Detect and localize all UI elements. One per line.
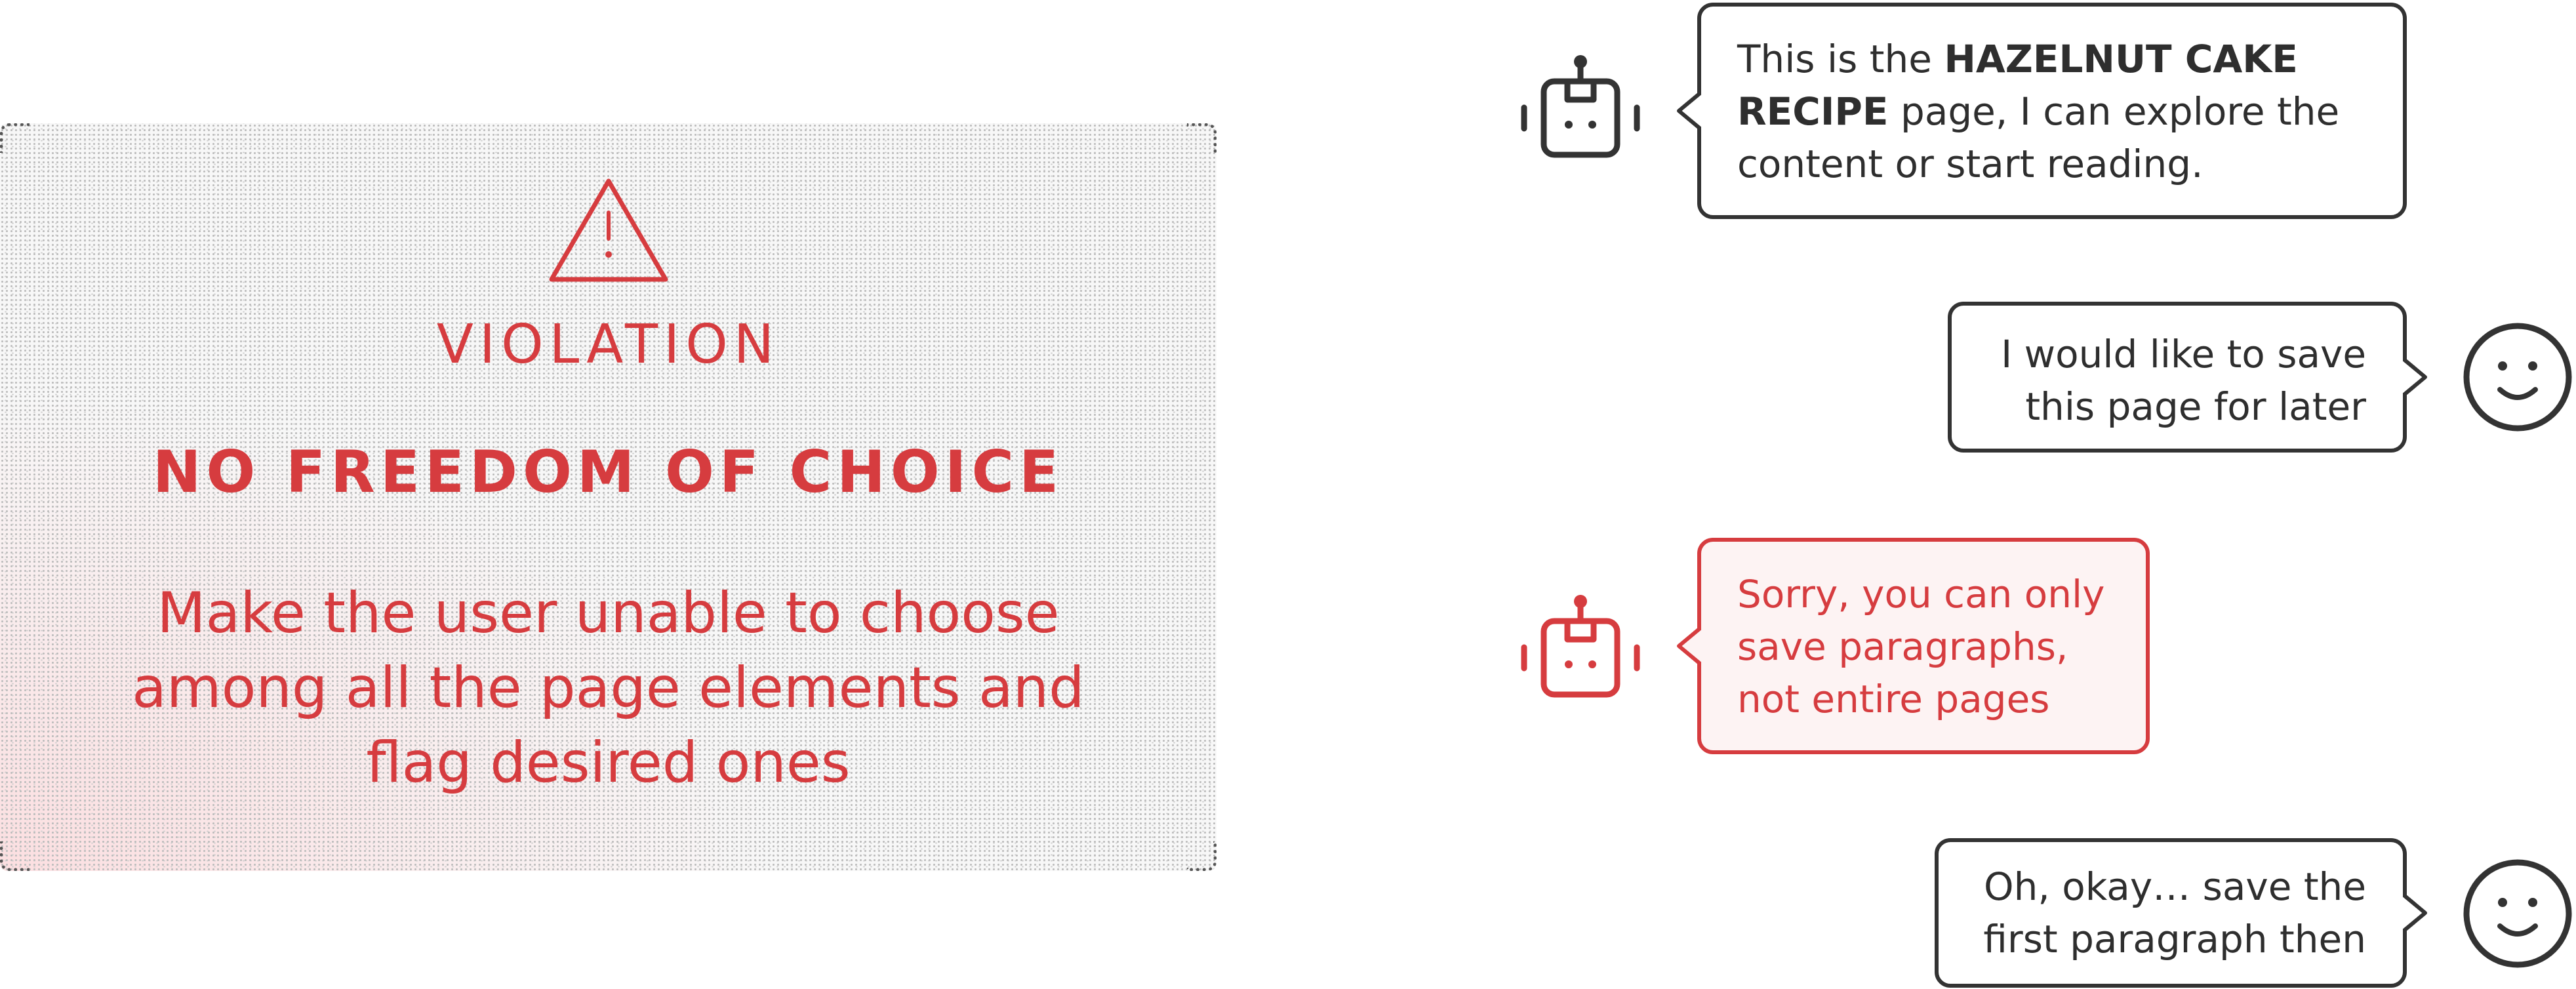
card-corner-bottom-left <box>0 841 30 871</box>
violation-title: NO FREEDOM OF CHOICE <box>152 438 1064 506</box>
bubble-tail <box>2403 893 2427 933</box>
violation-description: Make the user unable to choose among all… <box>132 580 1085 796</box>
violation-card: VIOLATION NO FREEDOM OF CHOICE Make the … <box>0 123 1217 871</box>
warning-icon <box>549 178 668 282</box>
chat-bubble-bot-error: Sorry, you can only save paragraphs, not… <box>1677 538 2150 754</box>
bubble-tail <box>2403 357 2427 397</box>
chat-message-text: Oh, okay… save the first paragraph then <box>1983 864 2366 961</box>
smiley-icon <box>2463 323 2572 432</box>
card-corner-top-left <box>0 123 30 153</box>
chat-bubble-user-1: I would like to save this page for later <box>1948 302 2427 453</box>
smiley-icon <box>2463 859 2572 968</box>
chat-message-text: Sorry, you can only save paragraphs, not… <box>1737 572 2105 721</box>
message-text-prefix: This is the <box>1737 37 1944 81</box>
violation-label: VIOLATION <box>436 313 780 376</box>
chat-bubble-bot-1: This is the HAZELNUT CAKE RECIPE page, I… <box>1677 3 2407 219</box>
bubble-tail <box>1677 626 1701 666</box>
chat-bubble-user-2: Oh, okay… save the first paragraph then <box>1935 838 2427 988</box>
chat-message-text: I would like to save this page for later <box>2001 332 2366 429</box>
card-corner-top-right <box>1187 123 1217 153</box>
card-corner-bottom-right <box>1187 841 1217 871</box>
robot-icon <box>1521 595 1640 698</box>
robot-icon <box>1521 55 1640 158</box>
bubble-tail <box>1677 91 1701 131</box>
chat-message-text: This is the HAZELNUT CAKE RECIPE page, I… <box>1737 33 2370 190</box>
